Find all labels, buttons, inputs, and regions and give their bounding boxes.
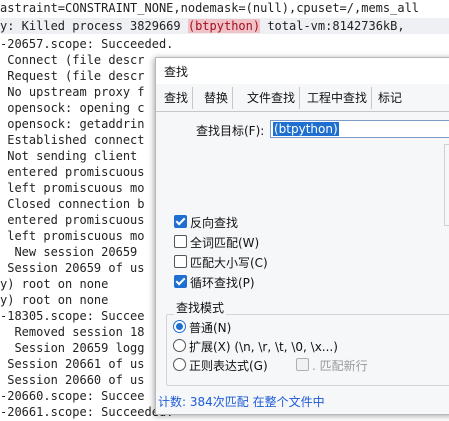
- option-wrap-around[interactable]: 循环查找(P): [174, 275, 255, 291]
- tab-find-in-project[interactable]: 工程中查找: [303, 87, 373, 109]
- option-match-case[interactable]: 匹配大小写(C): [174, 255, 268, 271]
- find-target-value: (btpython): [273, 122, 339, 136]
- find-dialog: 查找 查找 替换 文件查找 工程中查找 标记 查找目标(F): (btpytho…: [155, 57, 449, 415]
- find-target-label: 查找目标(F):: [196, 124, 265, 138]
- tab-replace[interactable]: 替换: [200, 87, 234, 109]
- radio-empty-icon[interactable]: [173, 358, 186, 371]
- radio-selected-icon[interactable]: [173, 320, 186, 333]
- checkbox-empty-icon[interactable]: [174, 255, 187, 268]
- radio-empty-icon[interactable]: [173, 339, 186, 352]
- action-buttons-panel: [444, 144, 449, 226]
- tab-find[interactable]: 查找: [160, 87, 194, 109]
- option-whole-word[interactable]: 全词匹配(W): [174, 235, 259, 251]
- checkbox-checked-icon[interactable]: [174, 215, 187, 228]
- log-line: y: Killed process 3829669 (btpython) tot…: [0, 18, 449, 34]
- search-match-highlight: (btpython): [187, 19, 261, 33]
- checkbox-empty-icon[interactable]: [174, 235, 187, 248]
- checkbox-checked-icon[interactable]: [174, 275, 187, 288]
- log-line: astraint=CONSTRAINT_NONE,nodemask=(null)…: [0, 1, 420, 15]
- option-reverse-search[interactable]: 反向查找: [174, 215, 238, 231]
- dialog-title: 查找: [164, 65, 189, 79]
- mode-extended[interactable]: 扩展(X) (\n, \r, \t, \0, \x...): [173, 339, 338, 355]
- mode-normal[interactable]: 普通(N): [173, 320, 231, 336]
- status-message: 计数: 384次匹配 在整个文件中: [158, 395, 325, 409]
- find-target-input[interactable]: (btpython): [270, 120, 449, 138]
- dialog-tabs: 查找 替换 文件查找 工程中查找 标记: [156, 87, 449, 111]
- tab-find-in-files[interactable]: 文件查找: [243, 87, 301, 109]
- mode-regex[interactable]: 正则表达式(G): [173, 358, 268, 374]
- search-mode-title: 查找模式: [174, 299, 227, 316]
- tab-mark[interactable]: 标记: [374, 87, 406, 109]
- log-line: -20657.scope: Succeeded.: [0, 37, 174, 51]
- checkbox-disabled-icon: [296, 358, 309, 371]
- tab-divider: [156, 111, 449, 112]
- option-dot-matches-newline: . 匹配新行: [296, 358, 368, 374]
- dialog-titlebar[interactable]: 查找: [156, 58, 449, 84]
